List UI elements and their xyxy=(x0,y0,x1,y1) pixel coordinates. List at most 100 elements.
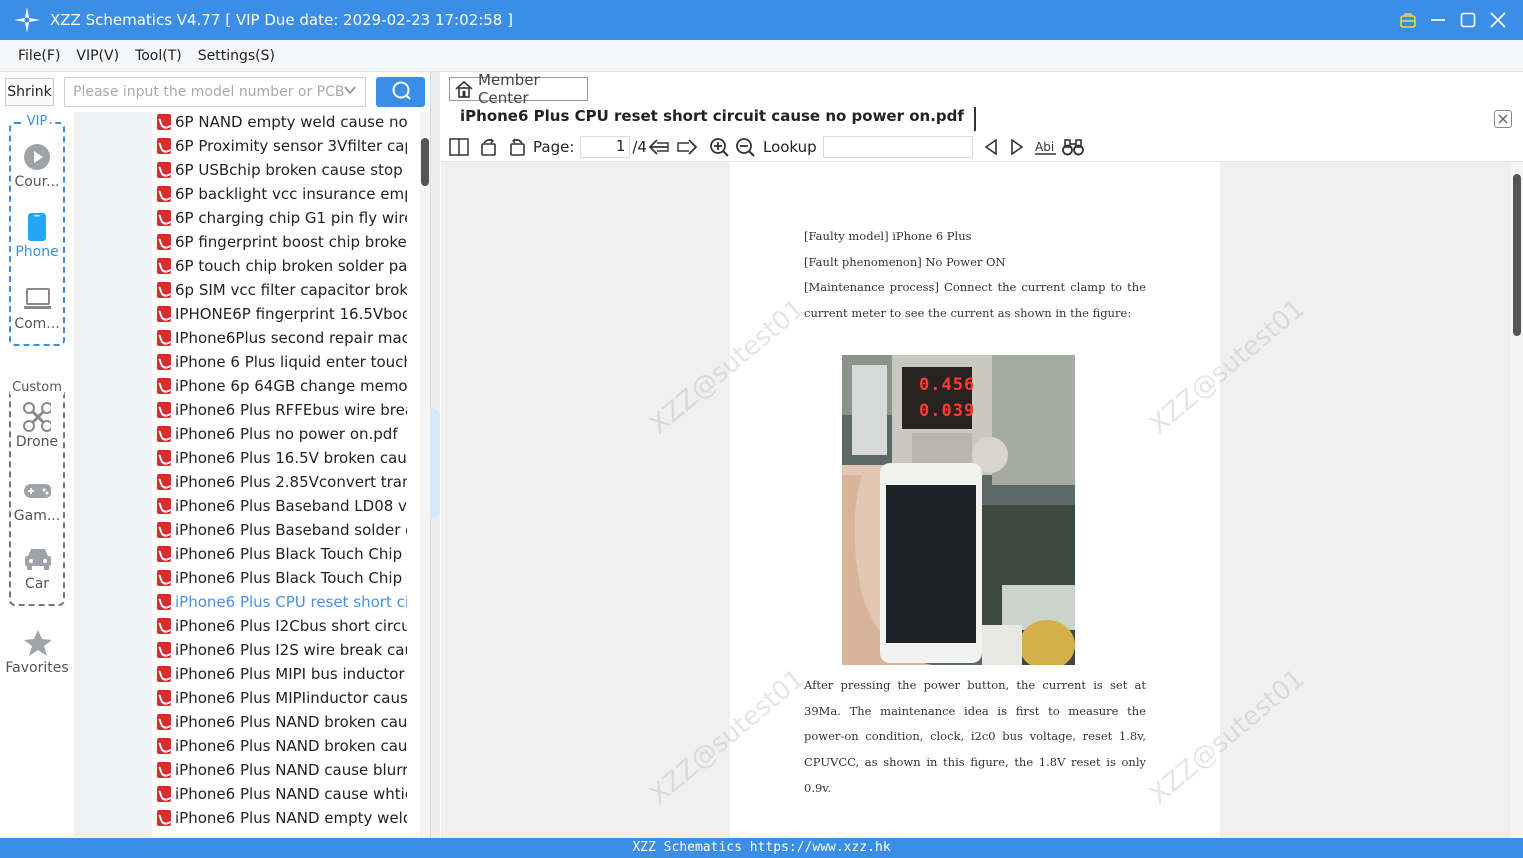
pdf-file-icon xyxy=(157,666,171,682)
file-list-item[interactable]: iPhone6 Plus I2Cbus short circuit c xyxy=(157,614,407,638)
pdf-file-icon xyxy=(157,786,171,802)
page-number-input[interactable]: 1 xyxy=(580,135,631,158)
file-list-item[interactable]: iPhone6 Plus RFFEbus wire break xyxy=(157,398,407,422)
previous-page-icon[interactable] xyxy=(647,135,671,159)
rail-item-games[interactable]: Gam... xyxy=(0,478,74,524)
file-list-item[interactable]: 6P touch chip broken solder pad s xyxy=(157,254,407,278)
match-case-icon[interactable]: Abi xyxy=(1033,135,1059,159)
file-list-item[interactable]: iPhone6 Plus Black Touch Chip em xyxy=(157,566,407,590)
file-list-item[interactable]: iPhone6 Plus MIPIinductor cause n xyxy=(157,686,407,710)
file-list-scrollbar[interactable] xyxy=(420,112,430,838)
file-list-item[interactable]: IPhone6Plus second repair machin xyxy=(157,326,407,350)
pdf-file-icon xyxy=(157,210,171,226)
file-name: iPhone6 Plus NAND cause whtie a xyxy=(175,785,407,803)
pdf-file-icon xyxy=(157,546,171,562)
menu-settings[interactable]: Settings(S) xyxy=(198,48,275,64)
file-list-item[interactable]: 6P NAND empty weld cause no po xyxy=(157,110,407,134)
file-list-item[interactable]: iPhone6 Plus NAND cause whtie a xyxy=(157,782,407,806)
rotate-left-icon[interactable] xyxy=(477,135,501,159)
file-list-item[interactable]: IPHONE6P fingerprint 16.5Vboost c xyxy=(157,302,407,326)
zoom-in-icon[interactable] xyxy=(707,135,731,159)
file-list-item[interactable]: iPhone6 Plus Baseband LD08 vcc s xyxy=(157,494,407,518)
file-name: 6P NAND empty weld cause no po xyxy=(175,113,407,131)
rail-item-favorites[interactable]: Favorites xyxy=(0,630,74,676)
file-list-item[interactable]: iPhone6 Plus MIPI bus inductor ca xyxy=(157,662,407,686)
file-name: iPhone6 Plus MIPI bus inductor ca xyxy=(175,665,407,683)
file-name: 6p SIM vcc filter capacitor broken c xyxy=(175,281,407,299)
file-list-item[interactable]: iPhone6 Plus 16.5V broken cause r xyxy=(157,446,407,470)
pdf-paragraph-1: [Faulty model] iPhone 6 Plus [Fault phen… xyxy=(804,224,1146,327)
file-list-item[interactable]: iPhone 6p 64GB change memory F xyxy=(157,374,407,398)
close-button[interactable] xyxy=(1483,0,1513,40)
page-total: /4 xyxy=(632,137,647,156)
next-page-icon[interactable] xyxy=(675,135,699,159)
pdf-scrollbar[interactable] xyxy=(1511,162,1523,838)
file-name: iPhone6 Plus CPU reset short circu xyxy=(175,593,407,611)
search-button[interactable] xyxy=(376,77,425,107)
file-list-item[interactable]: 6P backlight vcc insurance empty v xyxy=(157,182,407,206)
file-list-item[interactable]: 6P fingerprint boost chip broken c xyxy=(157,230,407,254)
binoculars-icon[interactable] xyxy=(1061,135,1085,159)
file-list-item[interactable]: iPhone6 Plus CPU reset short circu xyxy=(157,590,407,614)
rail-item-label: Cour... xyxy=(14,174,60,190)
phone-icon xyxy=(23,213,51,241)
car-icon xyxy=(23,546,51,572)
file-name: iPhone6 Plus NAND broken cause xyxy=(175,737,407,755)
rail-item-label: Com... xyxy=(14,316,60,332)
shrink-button[interactable]: Shrink xyxy=(5,78,54,106)
file-name: 6P backlight vcc insurance empty v xyxy=(175,185,407,203)
file-list-item[interactable]: iPhone6 Plus 2.85Vconvert transist xyxy=(157,470,407,494)
search-input[interactable]: Please input the model number or PCB xyxy=(64,77,366,107)
collapse-handle[interactable] xyxy=(430,408,440,518)
rail-item-courses[interactable]: Cour... xyxy=(0,144,74,190)
pdf-file-icon xyxy=(157,258,171,274)
maximize-button[interactable] xyxy=(1453,0,1483,40)
rail-item-drone[interactable]: Drone xyxy=(0,402,74,450)
file-list-item[interactable]: iPhone 6 Plus liquid enter touch cc xyxy=(157,350,407,374)
menu-tool[interactable]: Tool(T) xyxy=(135,48,182,64)
member-center-button[interactable]: Member Center xyxy=(449,71,588,107)
file-list-item[interactable]: iPhone6 Plus Baseband solder dot xyxy=(157,518,407,542)
file-list-item[interactable]: iPhone6 Plus Black Touch Chip -5. xyxy=(157,542,407,566)
minimize-button[interactable] xyxy=(1423,0,1453,40)
close-document-icon[interactable] xyxy=(1494,110,1512,128)
menu-file[interactable]: File(F) xyxy=(18,48,60,64)
vip-bag-icon[interactable] xyxy=(1393,0,1423,40)
pdf-file-icon xyxy=(157,642,171,658)
file-list-item[interactable]: 6p SIM vcc filter capacitor broken c xyxy=(157,278,407,302)
file-list-item[interactable]: 6P USBchip broken cause stop at 2 xyxy=(157,158,407,182)
pdf-file-icon xyxy=(157,618,171,634)
scrollbar-thumb[interactable] xyxy=(421,138,429,186)
pdf-viewer[interactable]: [Faulty model] iPhone 6 Plus [Fault phen… xyxy=(441,162,1511,838)
pdf-file-icon xyxy=(157,138,171,154)
rail-item-car[interactable]: Car xyxy=(0,546,74,592)
scrollbar-thumb[interactable] xyxy=(1513,174,1521,336)
lookup-input[interactable] xyxy=(822,135,973,158)
dual-page-icon[interactable] xyxy=(447,135,471,159)
rotate-right-icon[interactable] xyxy=(505,135,529,159)
menu-bar: File(F) VIP(V) Tool(T) Settings(S) xyxy=(0,40,1523,72)
rail-item-phone[interactable]: Phone xyxy=(0,213,74,260)
file-list-item[interactable]: 6P charging chip G1 pin fly wire re xyxy=(157,206,407,230)
file-list-item[interactable]: iPhone6 Plus NAND broken cause xyxy=(157,734,407,758)
file-name: iPhone6 Plus Baseband solder dot xyxy=(175,521,407,539)
file-list-item[interactable]: iPhone6 Plus no power on.pdf xyxy=(157,422,407,446)
home-icon xyxy=(454,80,474,98)
zoom-out-icon[interactable] xyxy=(733,135,757,159)
pdf-page: [Faulty model] iPhone 6 Plus [Fault phen… xyxy=(730,162,1220,838)
svg-text:Abi: Abi xyxy=(1035,140,1054,154)
find-next-icon[interactable] xyxy=(1005,135,1029,159)
chevron-down-icon[interactable] xyxy=(343,83,357,101)
file-list-item[interactable]: iPhone6 Plus NAND broken cause xyxy=(157,710,407,734)
file-list-item[interactable]: iPhone6 Plus I2S wire break cause xyxy=(157,638,407,662)
rail-item-computer[interactable]: Com... xyxy=(0,286,74,332)
file-list-item[interactable]: 6P Proximity sensor 3Vfilter capaci xyxy=(157,134,407,158)
file-list-item[interactable]: iPhone6 Plus NAND cause blurred xyxy=(157,758,407,782)
window-title: XZZ Schematics V4.77 [ VIP Due date: 202… xyxy=(50,11,513,29)
document-tab[interactable]: iPhone6 Plus CPU reset short circuit cau… xyxy=(449,107,976,131)
pdf-file-icon xyxy=(157,522,171,538)
menu-vip[interactable]: VIP(V) xyxy=(76,48,119,64)
find-previous-icon[interactable] xyxy=(979,135,1003,159)
file-name: 6P touch chip broken solder pad s xyxy=(175,257,407,275)
file-list-item[interactable]: iPhone6 Plus NAND empty weld ca xyxy=(157,806,407,830)
